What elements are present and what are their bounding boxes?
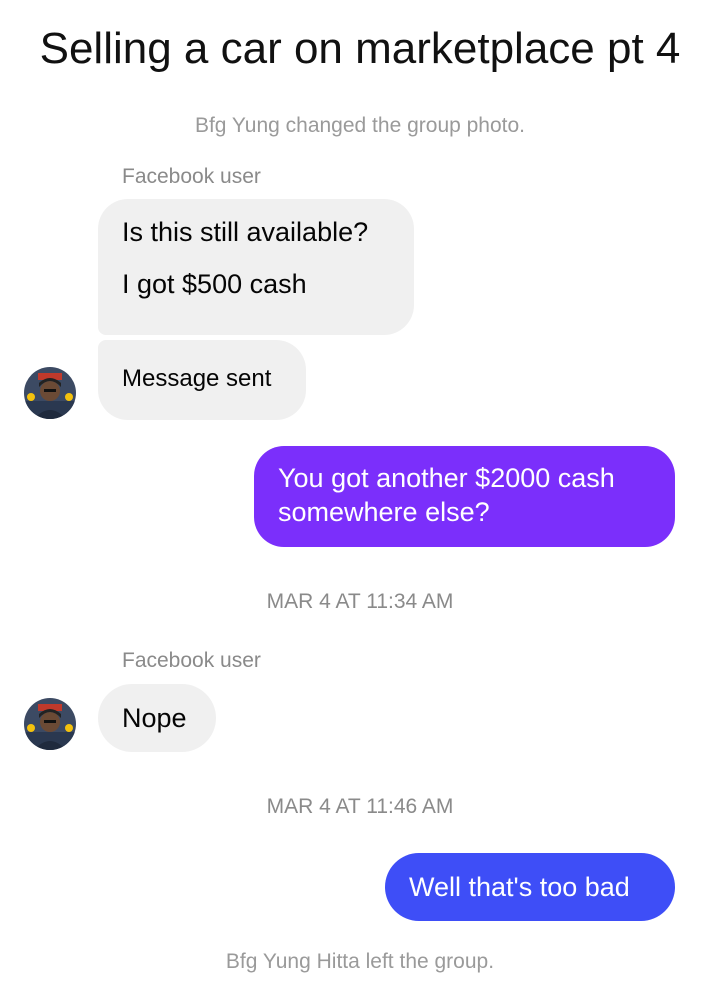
message-text: Is this still available?: [122, 217, 369, 247]
sender-avatar[interactable]: [24, 698, 76, 750]
avatar-icon: [24, 698, 76, 750]
message-text: You got another $2000 cash: [278, 463, 615, 493]
avatar-icon: [24, 367, 76, 419]
outgoing-message-bubble[interactable]: You got another $2000 cash somewhere els…: [254, 446, 675, 547]
message-timestamp: MAR 4 AT 11:34 AM: [266, 590, 454, 613]
sender-name: Facebook user: [122, 165, 261, 188]
message-text: I got $500 cash: [122, 269, 307, 299]
post-title: Selling a car on marketplace pt 4: [39, 24, 681, 73]
outgoing-message-bubble[interactable]: Well that's too bad: [385, 853, 675, 921]
message-text: Nope: [122, 703, 187, 733]
incoming-message-bubble[interactable]: Nope: [98, 684, 216, 752]
member-left-event: Bfg Yung Hitta left the group.: [225, 950, 495, 973]
message-text: Well that's too bad: [409, 872, 630, 902]
sender-name: Facebook user: [122, 649, 261, 672]
message-timestamp: MAR 4 AT 11:46 AM: [266, 795, 454, 818]
incoming-message-bubble[interactable]: Message sent: [98, 340, 306, 420]
message-text: Message sent: [122, 365, 272, 392]
group-photo-changed-event: Bfg Yung changed the group photo.: [194, 114, 526, 137]
sender-avatar[interactable]: [24, 367, 76, 419]
message-text: somewhere else?: [278, 497, 490, 527]
incoming-message-bubble[interactable]: Is this still available? I got $500 cash: [98, 199, 414, 335]
